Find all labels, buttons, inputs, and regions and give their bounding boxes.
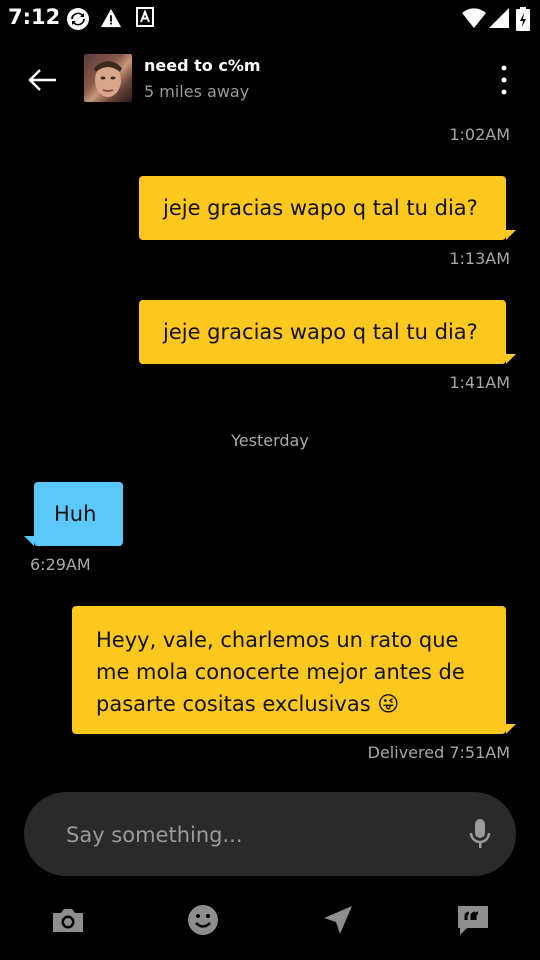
text-a-icon (136, 7, 154, 31)
message-timestamp: 1:41AM (449, 373, 510, 392)
status-bar: 7:12 (0, 0, 540, 36)
sync-icon (66, 7, 90, 35)
bubble-tail (506, 230, 516, 240)
back-arrow-icon[interactable] (24, 62, 60, 98)
chat-header: need to c%m 5 miles away (0, 40, 540, 120)
location-icon[interactable] (320, 902, 356, 938)
signal-icon (488, 7, 510, 33)
message-timestamp: 1:13AM (449, 249, 510, 268)
outgoing-message[interactable]: jeje gracias wapo q tal tu dia? (139, 176, 506, 240)
message-text: Huh (54, 502, 97, 526)
bubble-tail (506, 354, 516, 364)
message-text-line: pasarte cositas exclusivas (96, 692, 371, 716)
microphone-icon[interactable] (468, 818, 492, 850)
incoming-message[interactable]: Huh (34, 482, 123, 546)
bubble-tail (506, 724, 516, 734)
outgoing-message[interactable]: jeje gracias wapo q tal tu dia? (139, 300, 506, 364)
message-composer (24, 792, 516, 876)
distance-label: 5 miles away (144, 82, 250, 101)
chat-title[interactable]: need to c%m (144, 56, 261, 75)
quick-reply-icon[interactable] (455, 902, 491, 938)
status-time: 7:12 (8, 5, 61, 29)
more-options-icon[interactable] (494, 62, 514, 98)
bottom-toolbar (0, 890, 540, 950)
wifi-icon (462, 7, 486, 33)
outgoing-message[interactable]: Heyy, vale, charlemos un rato que me mol… (72, 606, 506, 734)
winking-tongue-emoji: 😜 (377, 692, 400, 716)
message-text-line: Heyy, vale, charlemos un rato que (96, 628, 459, 652)
message-timestamp: 6:29AM (30, 555, 91, 574)
avatar[interactable] (84, 54, 132, 102)
message-text-line: me mola conocerte mejor antes de (96, 660, 465, 684)
message-text: jeje gracias wapo q tal tu dia? (163, 196, 478, 220)
battery-icon (516, 7, 530, 35)
message-timestamp: 1:02AM (449, 125, 510, 144)
message-input[interactable] (64, 816, 448, 854)
delivery-status: Delivered 7:51AM (367, 743, 510, 762)
bubble-tail (24, 536, 34, 546)
emoji-icon[interactable] (185, 902, 221, 938)
camera-icon[interactable] (50, 902, 86, 938)
message-text: jeje gracias wapo q tal tu dia? (163, 320, 478, 344)
day-divider: Yesterday (231, 431, 309, 450)
warning-icon (100, 7, 122, 33)
